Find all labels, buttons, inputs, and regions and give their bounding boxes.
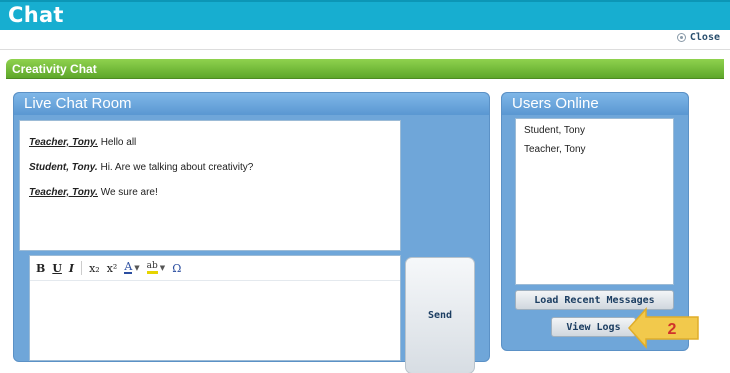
message-author: Teacher, Tony. — [29, 187, 98, 198]
title-bar: Chat — [0, 0, 730, 30]
message-text: We sure are! — [97, 187, 158, 198]
message-author: Student, Tony. — [29, 162, 98, 173]
subscript-button[interactable]: x₂ — [89, 262, 100, 275]
send-label: Send — [427, 310, 453, 321]
step-number: 2 — [668, 321, 677, 338]
message-text: Hello all — [97, 137, 137, 148]
section-header: Creativity Chat — [6, 59, 724, 79]
list-item[interactable]: Teacher, Tony — [524, 144, 665, 156]
list-item[interactable]: Student, Tony — [524, 125, 665, 137]
step-callout-arrow: 2 — [628, 307, 699, 349]
chat-window: Chat Close Creativity Chat Live Chat Roo… — [0, 0, 730, 373]
toolbar-divider — [81, 261, 83, 275]
users-online-header: Users Online — [502, 93, 688, 115]
message-author: Teacher, Tony. — [29, 137, 98, 148]
live-chat-room-header: Live Chat Room — [14, 93, 489, 115]
special-character-button[interactable]: Ω — [172, 262, 181, 275]
message-editor[interactable]: B U I x₂ x² A ▼ ab ▼ Ω — [29, 255, 401, 361]
live-chat-room-title: Live Chat Room — [24, 95, 132, 112]
font-color-button[interactable]: A — [124, 261, 133, 274]
arrow-shape — [628, 307, 699, 349]
close-label: Close — [689, 32, 720, 43]
section-title: Creativity Chat — [12, 62, 97, 76]
chat-message: Student, Tony. Hi. Are we talking about … — [29, 162, 391, 176]
view-logs-button[interactable]: View Logs — [551, 317, 636, 337]
close-icon — [676, 33, 686, 42]
app-title: Chat — [8, 3, 64, 27]
superscript-button[interactable]: x² — [107, 262, 118, 275]
editor-toolbar: B U I x₂ x² A ▼ ab ▼ Ω — [30, 256, 400, 281]
send-button[interactable]: Send — [405, 257, 475, 373]
chevron-down-icon[interactable]: ▼ — [134, 264, 139, 272]
chat-message: Teacher, Tony. We sure are! — [29, 187, 391, 201]
load-recent-messages-label: Load Recent Messages — [534, 294, 655, 306]
italic-button[interactable]: I — [69, 262, 74, 275]
view-logs-label: View Logs — [566, 321, 621, 333]
message-text: Hi. Are we talking about creativity? — [97, 162, 254, 173]
users-list: Student, Tony Teacher, Tony — [515, 118, 674, 285]
chat-log[interactable]: Teacher, Tony. Hello all Student, Tony. … — [19, 120, 401, 251]
close-button[interactable]: Close — [676, 32, 720, 43]
close-bar: Close — [0, 30, 730, 50]
users-online-title: Users Online — [512, 95, 599, 112]
chevron-down-icon[interactable]: ▼ — [160, 264, 165, 272]
bold-button[interactable]: B — [36, 262, 45, 275]
highlight-button[interactable]: ab — [146, 262, 158, 274]
underline-button[interactable]: U — [52, 262, 62, 275]
chat-message: Teacher, Tony. Hello all — [29, 137, 391, 151]
